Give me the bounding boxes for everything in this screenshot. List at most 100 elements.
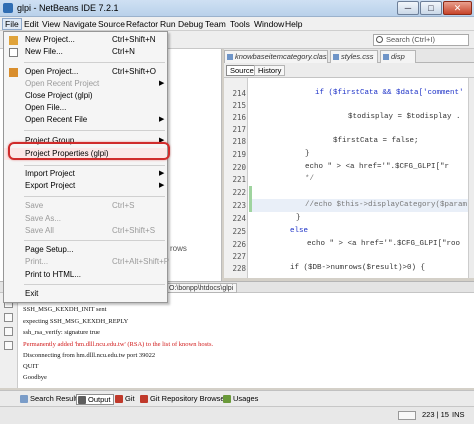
submenu-arrow-icon: ▶ (159, 182, 165, 189)
menu-item-open-recent-file[interactable]: Open Recent File ▶ (4, 114, 167, 126)
css-file-icon (333, 54, 339, 60)
open-project-icon (9, 68, 18, 77)
clear-icon[interactable] (4, 341, 13, 350)
menu-item-print: Print... Ctrl+Alt+Shift+P (25, 257, 170, 266)
menu-help[interactable]: Help (283, 18, 304, 30)
tab-usages[interactable]: Usages (222, 394, 260, 405)
window-title: glpi - NetBeans IDE 7.2.1 (17, 3, 119, 13)
menu-item-exit[interactable]: Exit (4, 288, 167, 300)
line-number: 222 (232, 188, 246, 197)
close-button[interactable]: ✕ (443, 1, 472, 15)
code-editor[interactable] (248, 78, 468, 278)
menu-separator (24, 130, 165, 131)
php-file-icon (383, 54, 389, 60)
menu-item-save-all: Save All Ctrl+Shift+S (25, 226, 156, 235)
menu-item-open-recent-project: Open Recent Project ▶ (25, 79, 165, 88)
menu-item-new-file[interactable]: New File... Ctrl+N (4, 46, 167, 58)
new-file-icon (9, 48, 18, 57)
menu-item-close-project[interactable]: Close Project (glpi) (4, 90, 167, 102)
menu-edit[interactable]: Edit (22, 18, 41, 30)
line-number: 224 (232, 214, 246, 223)
wrap-icon[interactable] (4, 327, 13, 336)
output-line: SSH_MSG_KEXDH_INIT sent (23, 306, 107, 313)
menu-separator (24, 165, 165, 166)
search-icon (376, 36, 383, 43)
line-number: 215 (232, 101, 246, 110)
search-input[interactable]: Search (Ctrl+I) (373, 34, 469, 46)
menu-separator (24, 62, 165, 63)
menu-window[interactable]: Window (252, 18, 286, 30)
code-line: if ($firstCata && $data['comment' (315, 89, 464, 97)
code-line: if ($DB->numrows($result)>0) { (290, 264, 426, 272)
line-number: 220 (232, 163, 246, 172)
menu-source[interactable]: Source (96, 18, 127, 30)
output-icon (78, 396, 86, 404)
code-line: echo " > <a href='".$CFG_GLPI["roo (298, 240, 461, 248)
menu-separator (24, 284, 165, 285)
tab-output[interactable]: Output (76, 394, 114, 405)
output-console[interactable]: SSH_MSG_KEXDH_INIT sent expecting SSH_MS… (18, 293, 474, 388)
editor-tab-bar: knowbaseitemcategory.class.php styles.cs… (224, 49, 474, 63)
status-bar: 223 | 15 INS (0, 406, 474, 424)
line-number: 223 (232, 201, 246, 210)
panel-rows-label: rows (170, 244, 187, 253)
source-tab[interactable]: Source (226, 65, 258, 76)
maximize-button[interactable]: □ (420, 1, 442, 15)
git-icon (115, 395, 123, 403)
editor-scrollbar[interactable] (468, 78, 474, 278)
menu-separator (24, 240, 165, 241)
menu-navigate[interactable]: Navigate (61, 18, 99, 30)
line-number: 216 (232, 113, 246, 122)
code-line: else (290, 227, 309, 235)
git-repository-icon (140, 395, 148, 403)
menu-item-open-file[interactable]: Open File... (4, 102, 167, 114)
history-tab[interactable]: History (254, 65, 286, 76)
tab-git[interactable]: Git (114, 394, 137, 405)
tab-knowbaseitemcategory[interactable]: knowbaseitemcategory.class.php (224, 50, 328, 63)
line-number: 218 (232, 137, 246, 146)
menu-run[interactable]: Run (158, 18, 178, 30)
submenu-arrow-icon: ▶ (159, 80, 165, 87)
menu-item-page-setup[interactable]: Page Setup... (4, 244, 167, 256)
code-line: } (296, 214, 301, 222)
menu-file[interactable]: File (2, 18, 22, 30)
code-line: echo " > <a href='".$CFG_GLPI["r (305, 163, 450, 171)
line-number: 226 (232, 240, 246, 249)
tab-styles-css[interactable]: styles.css (330, 50, 378, 63)
menu-item-save: Save Ctrl+S (25, 201, 135, 210)
menu-item-new-project[interactable]: New Project... Ctrl+Shift+N (4, 34, 167, 46)
output-path-tab[interactable]: O:\bonpp\htdocs\glpi (165, 283, 238, 293)
netbeans-app-icon (3, 3, 13, 13)
code-line: $firstCata = false; (315, 137, 419, 145)
annotation-highlight-ring (8, 142, 170, 160)
caret-position: 223 | 15 (422, 410, 449, 419)
code-line: $todisplay = $todisplay . (330, 113, 461, 121)
line-number: 228 (232, 264, 246, 273)
menu-item-export-project[interactable]: Export Project ▶ (4, 180, 167, 192)
submenu-arrow-icon: ▶ (159, 116, 165, 123)
output-line: expecting SSH_MSG_KEXDH_REPLY (23, 318, 129, 325)
notification-indicator-icon[interactable] (398, 411, 416, 420)
tab-disp[interactable]: disp (380, 50, 416, 63)
menu-refactor[interactable]: Refactor (124, 18, 160, 30)
bottom-tab-bar: Search Results Output Git Git Repository… (0, 390, 474, 406)
output-line: QUIT (23, 363, 39, 370)
line-number: 227 (232, 252, 246, 261)
line-number: 214 (232, 89, 246, 98)
minimize-button[interactable]: ─ (397, 1, 419, 15)
menu-item-open-project[interactable]: Open Project... Ctrl+Shift+O (4, 66, 167, 78)
insert-mode: INS (452, 410, 465, 419)
tab-git-repository-browser[interactable]: Git Repository Browser (139, 394, 229, 405)
menu-item-print-to-html[interactable]: Print to HTML... (4, 269, 167, 281)
menu-separator (24, 196, 165, 197)
menu-team[interactable]: Team (203, 18, 228, 30)
output-line-error: Permanently added 'hm.dlll.ncu.edu.tw' (… (23, 341, 214, 348)
php-file-icon (227, 54, 233, 60)
menu-tools[interactable]: Tools (228, 18, 252, 30)
menu-item-import-project[interactable]: Import Project ▶ (4, 168, 167, 180)
menu-debug[interactable]: Debug (176, 18, 205, 30)
menu-view[interactable]: View (40, 18, 62, 30)
stop-icon[interactable] (4, 313, 13, 322)
search-results-icon (20, 395, 28, 403)
tab-search-results[interactable]: Search Results (19, 394, 83, 405)
